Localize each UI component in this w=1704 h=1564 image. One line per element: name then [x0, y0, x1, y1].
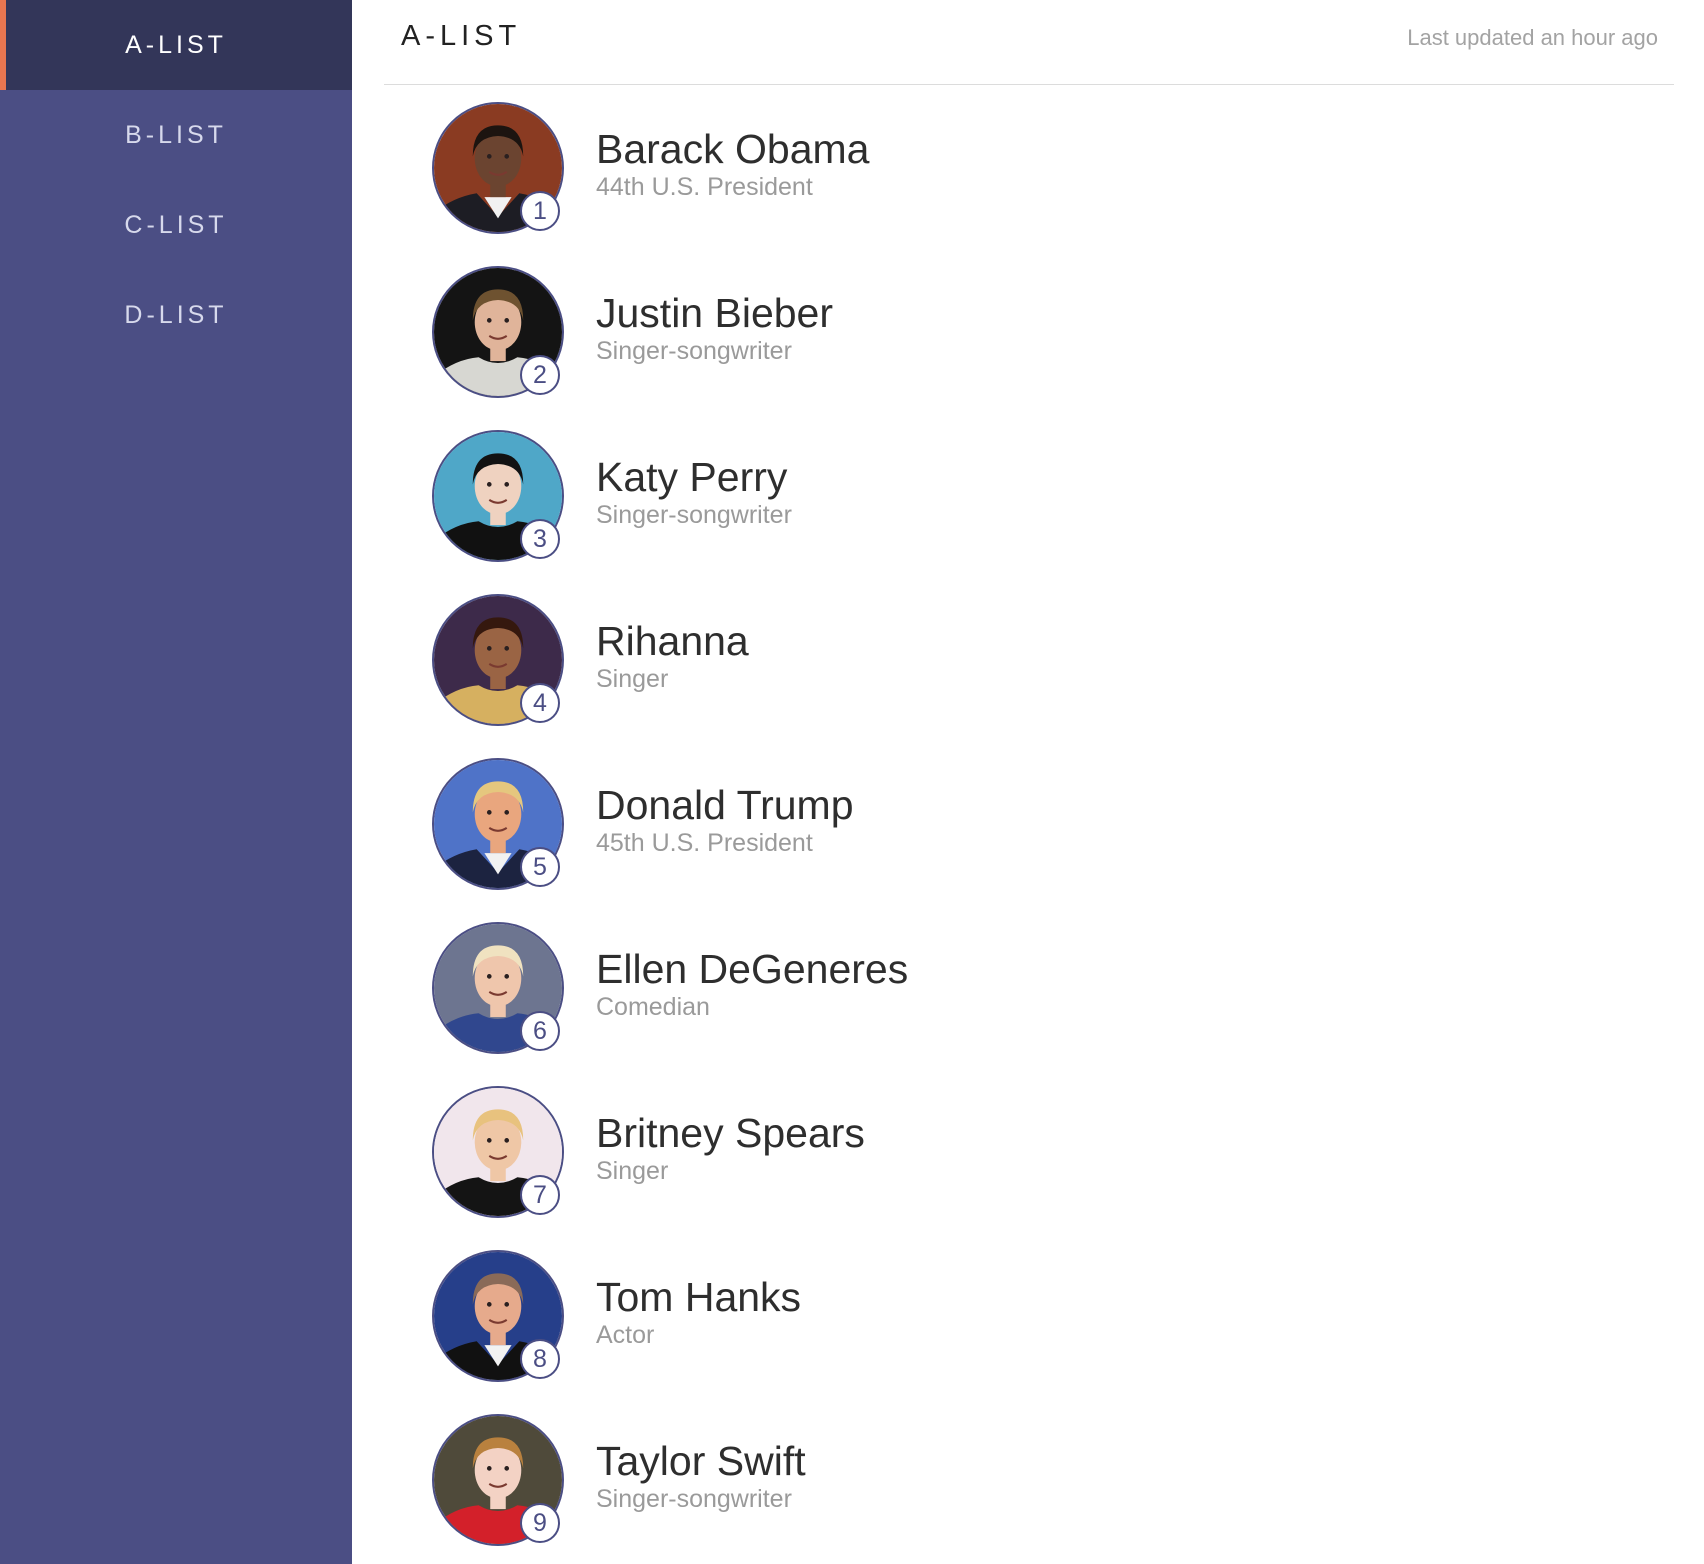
person-name: Rihanna	[596, 618, 749, 664]
sidebar-item-label: B-LIST	[125, 120, 227, 149]
sidebar-item-c-list[interactable]: C-LIST	[0, 180, 352, 270]
page-header: A-LIST Last updated an hour ago	[384, 0, 1674, 85]
sidebar-item-b-list[interactable]: B-LIST	[0, 90, 352, 180]
rank-badge: 5	[520, 847, 560, 887]
person-info: Britney Spears Singer	[596, 1110, 865, 1186]
person-role: 45th U.S. President	[596, 829, 813, 857]
person-name: Taylor Swift	[596, 1438, 806, 1484]
person-role: Singer	[596, 1157, 669, 1185]
rank-badge: 9	[520, 1503, 560, 1543]
list-item[interactable]: 5 Donald Trump 45th U.S. President	[432, 756, 1632, 920]
person-info: Tom Hanks Actor	[596, 1274, 801, 1350]
person-info: Barack Obama 44th U.S. President	[596, 126, 869, 202]
list-item[interactable]: 1 Barack Obama 44th U.S. President	[432, 100, 1632, 264]
list-item[interactable]: 8 Tom Hanks Actor	[432, 1248, 1632, 1412]
person-name: Justin Bieber	[596, 290, 834, 336]
person-info: Ellen DeGeneres Comedian	[596, 946, 908, 1022]
list-item[interactable]: 6 Ellen DeGeneres Comedian	[432, 920, 1632, 1084]
person-role: Comedian	[596, 993, 710, 1021]
person-role: Actor	[596, 1321, 655, 1349]
rank-badge: 2	[520, 355, 560, 395]
person-info: Donald Trump 45th U.S. President	[596, 782, 854, 858]
person-role: Singer-songwriter	[596, 337, 792, 365]
person-role: Singer-songwriter	[596, 501, 792, 529]
rank-badge: 1	[520, 191, 560, 231]
person-name: Katy Perry	[596, 454, 788, 500]
rank-badge: 8	[520, 1339, 560, 1379]
rank-badge: 7	[520, 1175, 560, 1215]
sidebar-item-a-list[interactable]: A-LIST	[0, 0, 352, 90]
sidebar-item-label: D-LIST	[124, 300, 228, 329]
list-item[interactable]: 9 Taylor Swift Singer-songwriter	[432, 1412, 1632, 1564]
person-name: Ellen DeGeneres	[596, 946, 909, 992]
rank-badge: 3	[520, 519, 560, 559]
page-title: A-LIST	[401, 20, 522, 52]
rank-badge: 6	[520, 1011, 560, 1051]
rank-badge: 4	[520, 683, 560, 723]
list-item[interactable]: 3 Katy Perry Singer-songwriter	[432, 428, 1632, 592]
list-item[interactable]: 7 Britney Spears Singer	[432, 1084, 1632, 1248]
person-name: Britney Spears	[596, 1110, 865, 1156]
app: A-LIST B-LIST C-LIST D-LIST A-LIST Last …	[0, 0, 1704, 1564]
sidebar-item-label: A-LIST	[125, 30, 227, 59]
person-info: Justin Bieber Singer-songwriter	[596, 290, 833, 366]
person-info: Rihanna Singer	[596, 618, 749, 694]
person-role: Singer	[596, 665, 669, 693]
person-name: Barack Obama	[596, 126, 870, 172]
person-name: Donald Trump	[596, 782, 854, 828]
sidebar-item-label: C-LIST	[124, 210, 228, 239]
person-name: Tom Hanks	[596, 1274, 802, 1320]
person-role: 44th U.S. President	[596, 173, 813, 201]
list-item[interactable]: 4 Rihanna Singer	[432, 592, 1632, 756]
sidebar: A-LIST B-LIST C-LIST D-LIST	[0, 0, 352, 1564]
list-item[interactable]: 2 Justin Bieber Singer-songwriter	[432, 264, 1632, 428]
last-updated-text: Last updated an hour ago	[1407, 25, 1658, 50]
person-role: Singer-songwriter	[596, 1485, 792, 1513]
celebrity-list: 1 Barack Obama 44th U.S. President 2 Jus…	[432, 100, 1632, 1564]
person-info: Taylor Swift Singer-songwriter	[596, 1438, 806, 1514]
sidebar-item-d-list[interactable]: D-LIST	[0, 270, 352, 360]
main-content: A-LIST Last updated an hour ago 1 Barack…	[352, 0, 1704, 1564]
person-info: Katy Perry Singer-songwriter	[596, 454, 792, 530]
